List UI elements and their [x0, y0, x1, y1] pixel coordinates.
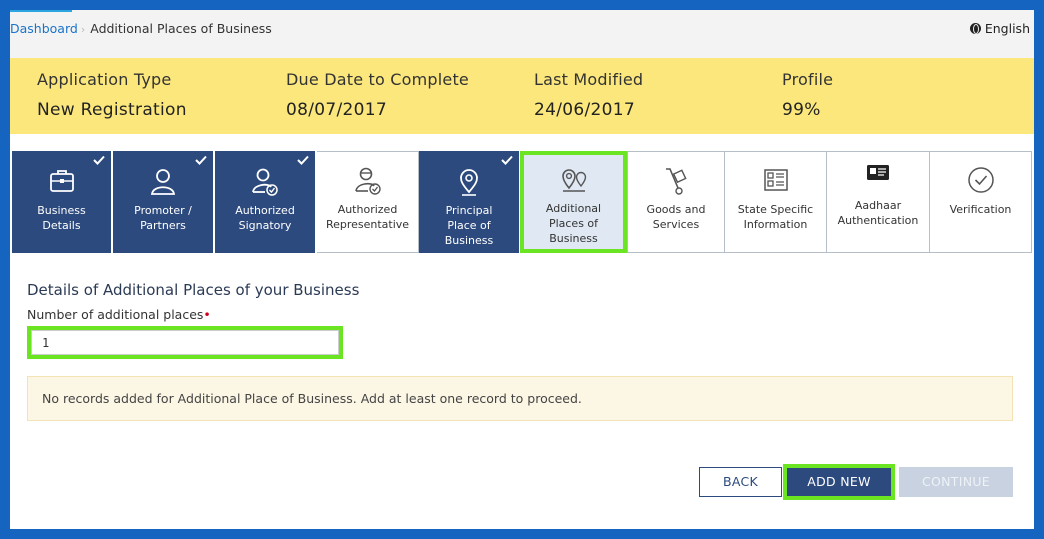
- location-pin-icon: [460, 169, 478, 196]
- breadcrumb-bar: Dashboard › Additional Places of Business …: [10, 10, 1034, 58]
- step-promoter-partners[interactable]: Promoter / Partners: [113, 151, 214, 253]
- last-modified-label: Last Modified: [534, 70, 644, 89]
- application-type-block: Application Type New Registration: [37, 70, 187, 120]
- check-icon: [195, 155, 207, 165]
- profile-value: 99%: [782, 100, 821, 120]
- list-card-icon: [763, 169, 788, 191]
- step-label-line2: Partners: [140, 219, 186, 232]
- required-marker: •: [203, 307, 211, 322]
- check-icon: [501, 155, 513, 165]
- breadcrumb-separator-icon: ›: [80, 23, 86, 36]
- step-label-line2: Information: [743, 218, 808, 231]
- step-label-line1: Authorized: [235, 204, 295, 217]
- step-label-line2: Details: [42, 219, 81, 232]
- step-label-line3: Business: [549, 232, 598, 245]
- hand-truck-icon: [666, 168, 687, 195]
- step-label-line2: Places of: [548, 217, 599, 230]
- additional-places-input[interactable]: [31, 330, 339, 355]
- step-label-line1: State Specific: [737, 203, 814, 216]
- no-records-alert: No records added for Additional Place of…: [27, 376, 1013, 421]
- check-circle-icon: [967, 167, 994, 193]
- representative-icon: [354, 167, 381, 195]
- step-label-line1: Authorized: [337, 203, 398, 216]
- step-goods-services[interactable]: Goods and Services: [627, 151, 725, 253]
- step-label-line1: Verification: [949, 203, 1012, 216]
- breadcrumb-dashboard-link[interactable]: Dashboard: [10, 21, 78, 36]
- id-card-icon: [867, 165, 889, 180]
- last-modified-block: Last Modified 24/06/2017: [534, 70, 643, 120]
- step-label-line2: Services: [652, 218, 700, 231]
- breadcrumb: Dashboard › Additional Places of Business: [10, 21, 272, 36]
- application-type-value: New Registration: [37, 100, 187, 120]
- profile-block: Profile 99%: [782, 70, 833, 120]
- app-frame: Dashboard › Additional Places of Business …: [10, 10, 1034, 529]
- globe-icon: [969, 23, 981, 34]
- step-business-details[interactable]: Business Details: [12, 151, 112, 253]
- field-label: Number of additional places•: [27, 307, 211, 322]
- step-label-line2: Place of: [447, 219, 491, 232]
- check-icon: [297, 155, 309, 165]
- step-label-line1: Principal: [445, 204, 493, 217]
- step-label-line3: Business: [444, 234, 494, 247]
- application-info-band: Application Type New Registration Due Da…: [10, 58, 1034, 134]
- step-label-line2: Authentication: [837, 214, 919, 227]
- last-modified-value: 24/06/2017: [534, 100, 635, 120]
- due-date-label: Due Date to Complete: [286, 70, 469, 89]
- person-check-icon: [252, 168, 278, 196]
- multi-location-icon: [561, 169, 586, 192]
- step-label-line1: Business: [37, 204, 86, 217]
- accent-line: [10, 10, 72, 12]
- breadcrumb-current: Additional Places of Business: [90, 21, 272, 36]
- step-label-line1: Promoter /: [134, 204, 192, 217]
- section-heading: Details of Additional Places of your Bus…: [27, 281, 360, 299]
- check-icon: [93, 155, 105, 165]
- step-label-line1: Additional: [545, 202, 602, 215]
- step-state-specific[interactable]: State Specific Information: [725, 151, 827, 253]
- back-button[interactable]: BACK: [699, 467, 782, 497]
- add-new-button[interactable]: ADD NEW: [783, 464, 895, 500]
- application-type-label: Application Type: [37, 70, 172, 89]
- due-date-block: Due Date to Complete 08/07/2017: [286, 70, 469, 120]
- language-selector[interactable]: English: [969, 21, 1030, 36]
- profile-label: Profile: [782, 70, 834, 89]
- step-label-line1: Aadhaar: [854, 199, 902, 212]
- due-date-value: 08/07/2017: [286, 100, 387, 120]
- step-principal-place[interactable]: Principal Place of Business: [419, 151, 520, 253]
- continue-button[interactable]: CONTINUE: [899, 467, 1013, 497]
- step-verification[interactable]: Verification: [930, 151, 1032, 253]
- additional-places-field-wrapper: [27, 326, 343, 359]
- registration-steps: Business Details Promoter / Partners Aut…: [12, 151, 1032, 253]
- step-label-line1: Goods and: [646, 203, 706, 216]
- briefcase-icon: [49, 170, 74, 192]
- step-label-line2: Representative: [325, 218, 410, 231]
- field-label-text: Number of additional places: [27, 307, 204, 322]
- step-aadhaar-authentication[interactable]: Aadhaar Authentication: [827, 151, 930, 253]
- step-authorized-signatory[interactable]: Authorized Signatory: [215, 151, 316, 253]
- step-additional-places[interactable]: Additional Places of Business: [520, 151, 627, 253]
- person-icon: [150, 169, 176, 195]
- step-label-line2: Signatory: [238, 219, 292, 232]
- step-authorized-representative[interactable]: Authorized Representative: [317, 151, 419, 253]
- language-label: English: [984, 21, 1030, 36]
